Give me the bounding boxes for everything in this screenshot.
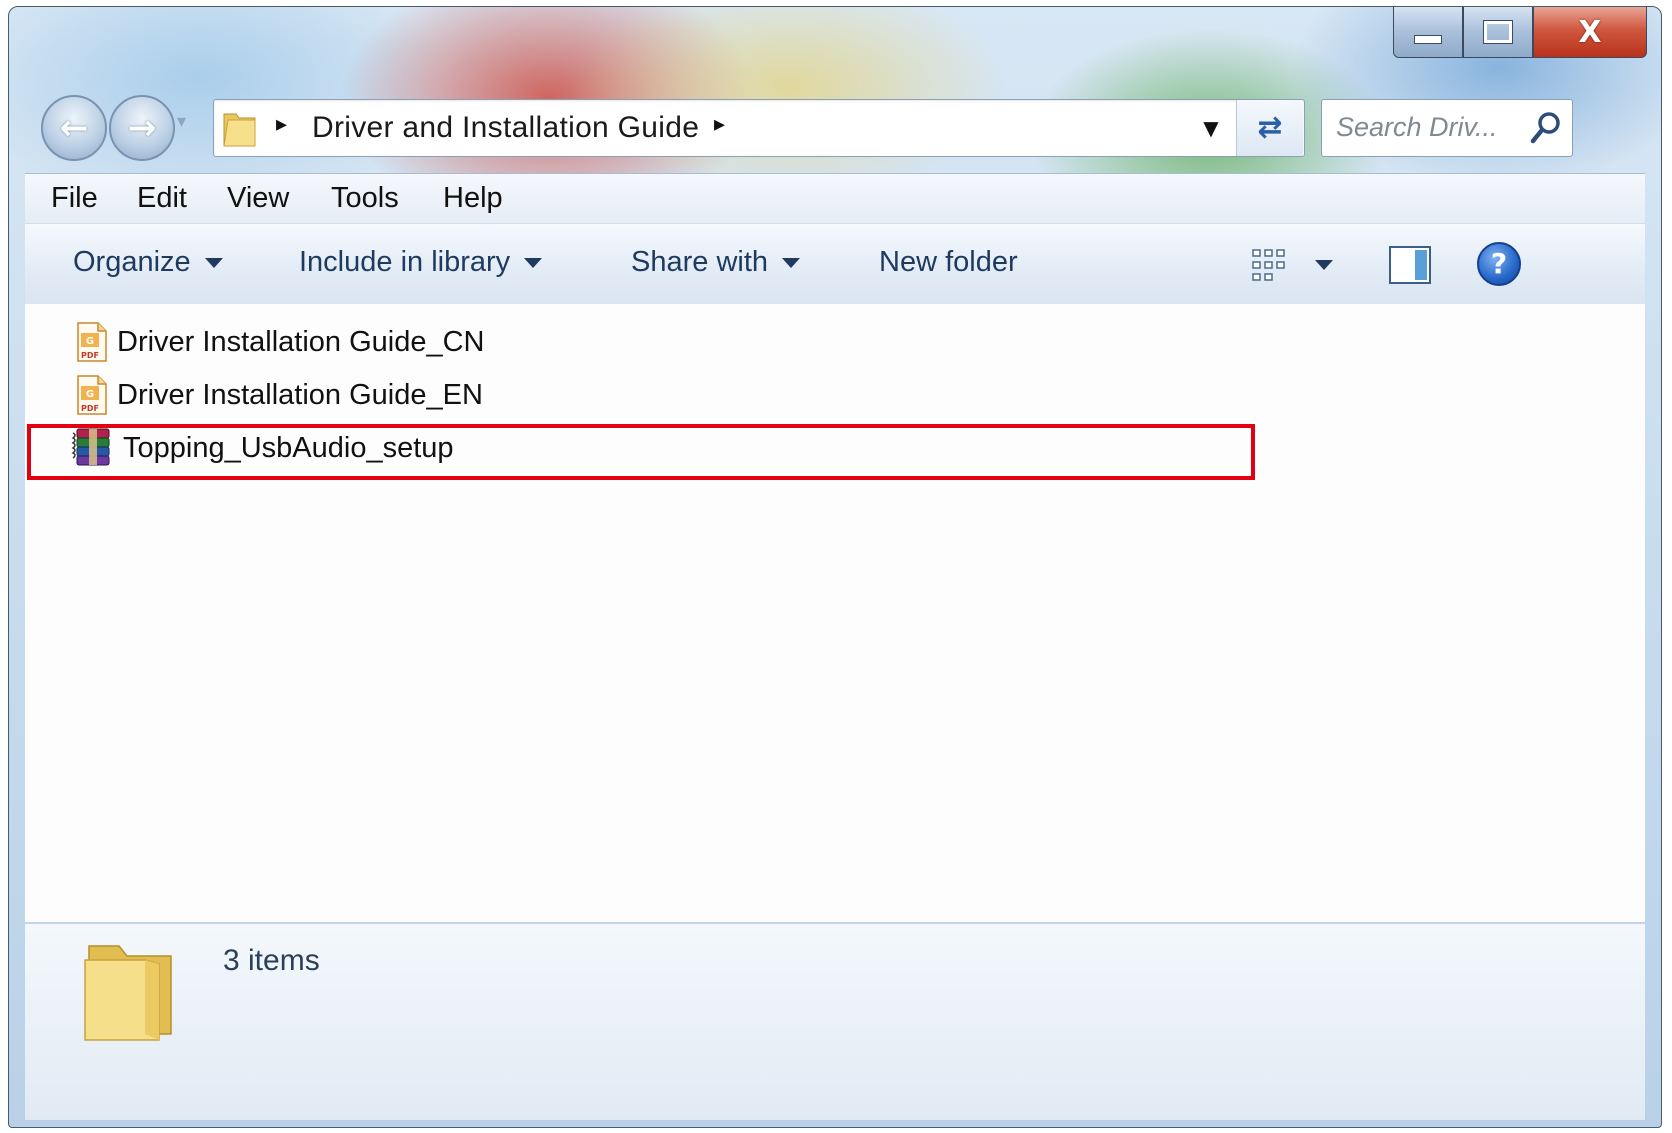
command-bar: Organize Include in library Share with N… [25,223,1645,305]
svg-text:G: G [86,336,94,347]
forward-button[interactable]: → [109,95,175,161]
search-icon[interactable] [1528,108,1564,148]
minimize-icon [1414,34,1442,44]
caption-buttons: X [1393,7,1647,59]
address-bar[interactable]: ▸ Driver and Installation Guide ▸ ▼ ⇄ [213,99,1305,157]
svg-text:PDF: PDF [81,404,99,413]
svg-text:G: G [86,389,94,400]
maximize-icon [1483,20,1513,44]
pdf-icon: G PDF [77,375,107,415]
chevron-down-icon [204,258,223,269]
recent-pages-dropdown[interactable]: ▾ [177,111,201,141]
menu-tools[interactable]: Tools [331,182,399,215]
search-box[interactable] [1321,99,1573,157]
chevron-down-icon [782,258,801,269]
chevron-down-icon [524,258,543,269]
views-dropdown-icon[interactable] [1315,260,1333,270]
menu-file[interactable]: File [51,182,98,215]
menu-bar: File Edit View Tools Help [25,173,1645,224]
explorer-window: X ← → ▾ ▸ Driver and Installation Guide … [8,6,1662,1128]
menu-view[interactable]: View [227,182,289,215]
organize-button[interactable]: Organize [73,246,223,279]
back-arrow-icon: ← [59,108,89,148]
change-view-icon[interactable] [1251,248,1287,282]
list-item[interactable]: G PDF Driver Installation Guide_CN [75,318,484,366]
menu-edit[interactable]: Edit [137,182,187,215]
preview-pane-icon[interactable] [1389,246,1431,284]
highlight-box [27,424,1255,480]
new-folder-label: New folder [879,246,1018,278]
refresh-button[interactable]: ⇄ [1236,100,1303,156]
folder-icon [223,113,256,147]
pdf-icon: G PDF [77,322,107,362]
share-with-label: Share with [631,246,769,278]
list-item[interactable]: G PDF Driver Installation Guide_EN [75,371,483,419]
search-input[interactable] [1336,110,1520,144]
refresh-icon: ⇄ [1257,110,1283,145]
navigation-bar: ← → ▾ ▸ Driver and Installation Guide ▸ … [31,91,1651,163]
address-history-dropdown[interactable]: ▼ [1196,110,1226,146]
svg-text:PDF: PDF [81,351,99,360]
maximize-button[interactable] [1463,7,1533,58]
close-button[interactable]: X [1533,7,1647,58]
breadcrumb-current-folder[interactable]: Driver and Installation Guide [312,111,699,145]
organize-label: Organize [73,246,191,278]
close-icon: X [1578,14,1602,50]
include-in-library-label: Include in library [299,246,511,278]
include-in-library-button[interactable]: Include in library [299,246,543,279]
details-pane: 3 items [25,923,1645,1120]
help-icon[interactable]: ? [1477,242,1521,286]
minimize-button[interactable] [1393,7,1463,58]
new-folder-button[interactable]: New folder [879,246,1018,279]
menu-help[interactable]: Help [443,182,503,215]
folder-icon [84,945,172,1041]
file-list: G PDF Driver Installation Guide_CN G PDF… [25,304,1645,922]
file-name: Driver Installation Guide_EN [117,378,483,411]
breadcrumb-expand-icon[interactable]: ▸ [714,112,725,137]
back-button[interactable]: ← [41,95,107,161]
breadcrumb-separator-icon[interactable]: ▸ [276,112,287,137]
item-count: 3 items [223,944,320,977]
forward-arrow-icon: → [127,108,157,148]
file-name: Driver Installation Guide_CN [117,325,485,358]
share-with-button[interactable]: Share with [631,246,801,279]
